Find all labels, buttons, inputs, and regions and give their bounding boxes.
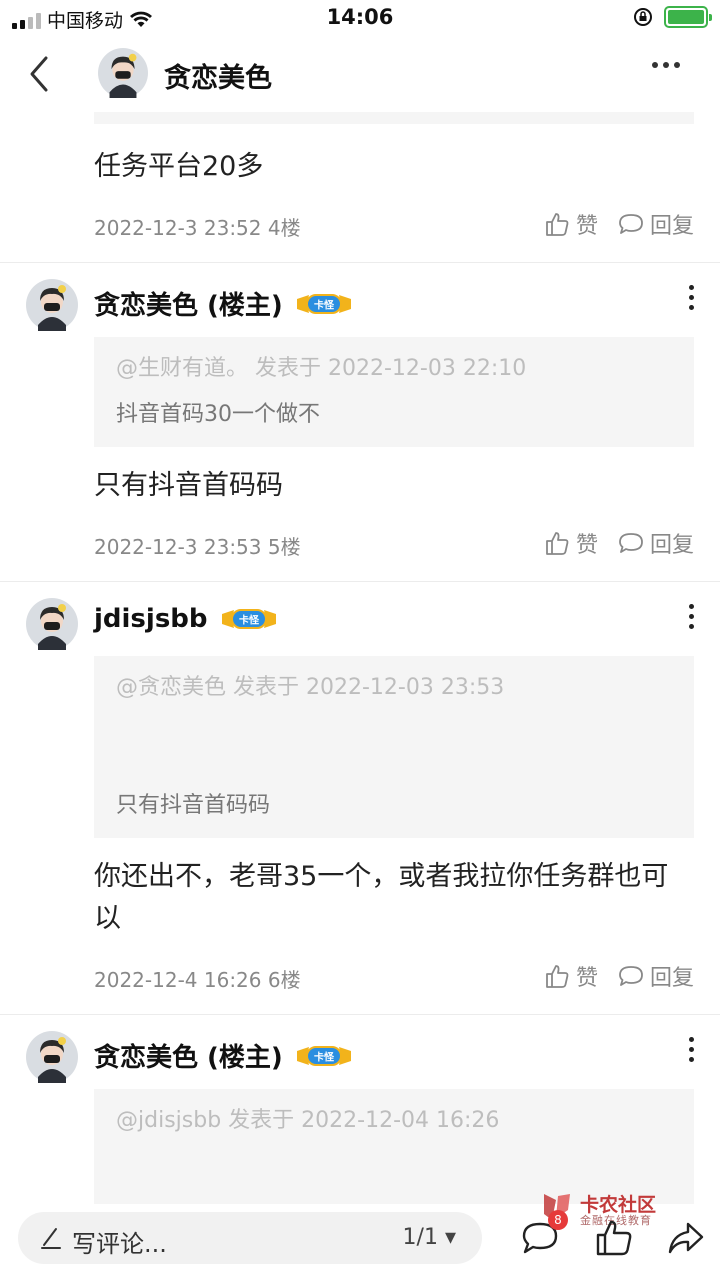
quote-text: 只有抖音首码码 (116, 793, 271, 818)
badge-text: 卡怪 (314, 1050, 335, 1063)
reply-button[interactable]: 回复 (618, 960, 694, 992)
post-body: 任务平台20多 (94, 151, 264, 182)
thumbs-up-icon (546, 532, 569, 555)
post-footer: 2022-12-3 23:53 5楼 赞 回复 (94, 525, 694, 565)
comment-icon (619, 966, 643, 986)
post-menu-icon[interactable] (689, 1037, 694, 1062)
post-actions: 赞 回复 (544, 960, 694, 992)
quote-meta: @贪恋美色 发表于 2022-12-03 23:53 (116, 675, 505, 700)
badge-text: 卡怪 (314, 298, 335, 311)
comment-icon (619, 214, 643, 234)
thumbs-up-icon (546, 965, 569, 988)
page-indicator[interactable]: 1/1 ▾ (403, 1225, 456, 1250)
post-menu-icon[interactable] (689, 604, 694, 629)
post-floor-4: 任务平台20多 2022-12-3 23:52 4楼 赞 回复 (0, 112, 720, 263)
user-name[interactable]: jdisjsbb (94, 604, 208, 634)
status-time: 14:06 (326, 5, 394, 29)
user-name-row: jdisjsbb 卡怪 (94, 604, 278, 634)
comment-input[interactable]: 写评论... 1/1 ▾ (18, 1212, 482, 1264)
comment-placeholder: 写评论... (72, 1230, 167, 1258)
header-avatar[interactable] (98, 48, 148, 98)
post-body: 你还出不，老哥35一个，或者我拉你任务群也可以 (94, 861, 669, 934)
thumbs-up-icon[interactable] (594, 1218, 634, 1258)
comment-count-badge: 8 (548, 1210, 568, 1230)
thread-content: 任务平台20多 2022-12-3 23:52 4楼 赞 回复 贪恋美色 (楼主… (0, 112, 720, 1204)
reply-button[interactable]: 回复 (618, 527, 694, 559)
quote-text: 抖音首码30一个做不 (116, 402, 320, 427)
post-header: 贪恋美色 (楼主) 卡怪 (0, 263, 720, 335)
quote-meta: @jdisjsbb 发表于 2022-12-04 16:26 (116, 1108, 500, 1133)
post-header: 贪恋美色 (楼主) 卡怪 (0, 1015, 720, 1087)
post-footer: 2022-12-3 23:52 4楼 赞 回复 (94, 206, 694, 246)
post-floor-5: 贪恋美色 (楼主) 卡怪 @生财有道。 发表于 2022-12-03 22:10… (0, 263, 720, 582)
page-title: 贪恋美色 (164, 63, 272, 94)
user-name-row: 贪恋美色 (楼主) 卡怪 (94, 285, 353, 322)
user-name[interactable]: 贪恋美色 (楼主) (94, 1037, 283, 1074)
battery-icon (664, 6, 712, 28)
rotation-lock-icon (634, 8, 652, 26)
post-meta: 2022-12-4 16:26 6楼 (94, 968, 301, 992)
back-icon[interactable] (26, 54, 52, 94)
like-button[interactable]: 赞 (544, 960, 598, 992)
post-floor-6: jdisjsbb 卡怪 @贪恋美色 发表于 2022-12-03 23:53 只… (0, 582, 720, 1015)
user-avatar[interactable] (26, 598, 78, 650)
pen-icon (41, 1228, 61, 1249)
post-body: 只有抖音首码码 (94, 470, 283, 501)
reply-button[interactable]: 回复 (618, 208, 694, 240)
reply-label: 回复 (649, 214, 694, 239)
post-actions: 赞 回复 (544, 208, 694, 240)
reply-label: 回复 (649, 966, 694, 991)
comment-icon (619, 533, 643, 553)
quote-block: @jdisjsbb 发表于 2022-12-04 16:26 (94, 1089, 694, 1204)
user-name[interactable]: 贪恋美色 (楼主) (94, 285, 283, 322)
like-label: 赞 (575, 214, 598, 239)
post-menu-icon[interactable] (689, 285, 694, 310)
level-badge-icon: 卡怪 (221, 609, 276, 629)
bottom-bar: 卡农社区 金融在线教育 写评论... 1/1 ▾ 8 (0, 1194, 720, 1280)
like-button[interactable]: 赞 (544, 527, 598, 559)
like-label: 赞 (575, 533, 598, 558)
user-avatar[interactable] (26, 279, 78, 331)
post-floor-7: 贪恋美色 (楼主) 卡怪 @jdisjsbb 发表于 2022-12-04 16… (0, 1015, 720, 1204)
post-header: jdisjsbb 卡怪 (0, 582, 720, 654)
reply-label: 回复 (649, 533, 694, 558)
thumbs-up-icon (546, 213, 569, 236)
like-button[interactable]: 赞 (544, 208, 598, 240)
more-options-icon[interactable] (652, 62, 680, 68)
post-meta: 2022-12-3 23:53 5楼 (94, 535, 301, 559)
user-name-row: 贪恋美色 (楼主) 卡怪 (94, 1037, 353, 1074)
level-badge-icon: 卡怪 (296, 1045, 351, 1066)
post-actions: 赞 回复 (544, 527, 694, 559)
quote-block-partial (94, 112, 694, 124)
page-number: 1/1 (402, 1225, 438, 1250)
like-label: 赞 (575, 966, 598, 991)
quote-meta: @生财有道。 发表于 2022-12-03 22:10 (116, 356, 527, 381)
nav-header: 贪恋美色 (0, 36, 720, 112)
post-footer: 2022-12-4 16:26 6楼 赞 回复 (94, 958, 694, 998)
badge-text: 卡怪 (239, 614, 260, 627)
status-right (632, 6, 712, 28)
status-bar: 中国移动 14:06 (0, 0, 720, 36)
share-icon[interactable] (666, 1218, 706, 1258)
quote-block: @生财有道。 发表于 2022-12-03 22:10 抖音首码30一个做不 (94, 337, 694, 447)
level-badge-icon: 卡怪 (296, 293, 351, 314)
quote-block: @贪恋美色 发表于 2022-12-03 23:53 只有抖音首码码 (94, 656, 694, 838)
post-meta: 2022-12-3 23:52 4楼 (94, 216, 301, 240)
user-avatar[interactable] (26, 1031, 78, 1083)
